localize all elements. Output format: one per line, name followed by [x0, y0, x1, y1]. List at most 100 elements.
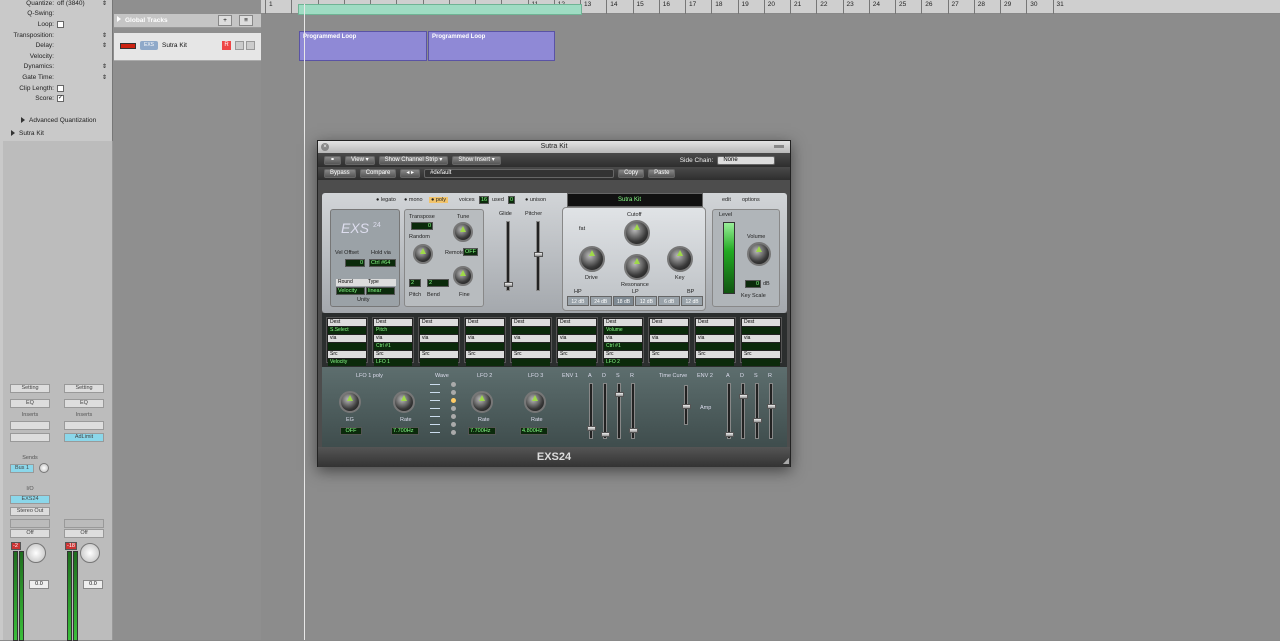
mod-slot-via[interactable]: via [604, 335, 642, 342]
mod-matrix-slot[interactable]: Dest Volume via Ctrl #1 Src LFO 2 [602, 317, 644, 366]
mod-slot-via[interactable]: via [742, 335, 780, 342]
midi-region[interactable]: Programmed Loop [428, 31, 555, 61]
mod-slot-via[interactable]: via [696, 335, 734, 342]
mod-slot-dest[interactable]: Dest [420, 319, 458, 326]
lfo-wave-option[interactable] [428, 413, 456, 420]
eq-button[interactable]: EQ [64, 399, 104, 408]
ruler-bar-number[interactable]: 22 [816, 0, 827, 14]
poly-radio[interactable]: ● poly [429, 197, 448, 203]
tune-knob[interactable] [453, 222, 473, 242]
type-select[interactable]: Type [366, 279, 396, 286]
mod-matrix-slot[interactable]: Dest via Src [510, 317, 552, 366]
env-r-slider[interactable] [767, 383, 776, 439]
preset-prev-next[interactable]: ◂ ▸ [400, 169, 421, 178]
advanced-quantization-disclosure[interactable]: Advanced Quantization [18, 115, 96, 126]
env-a-slider[interactable] [725, 383, 734, 439]
mod-slot-via[interactable]: via [420, 335, 458, 342]
ruler-bar-number[interactable]: 16 [658, 0, 670, 14]
ruler-bar-number[interactable]: 31 [1052, 0, 1064, 14]
collapse-icon[interactable] [774, 145, 784, 148]
ruler-bar-number[interactable]: 21 [790, 0, 801, 14]
volume-readout[interactable]: 0.0 [83, 580, 103, 589]
time-curve-slider[interactable] [682, 385, 691, 425]
mod-slot-src[interactable]: Src [374, 351, 412, 358]
midi-region[interactable]: Programmed Loop [299, 31, 427, 61]
mod-slot-via[interactable]: via [466, 335, 504, 342]
voices-value[interactable]: 16 [479, 196, 490, 204]
param-checkbox[interactable] [57, 20, 64, 28]
ruler-bar-number[interactable]: 19 [737, 0, 749, 14]
copy-button[interactable]: Copy [618, 169, 645, 178]
round-select[interactable]: Round [336, 279, 366, 286]
mod-matrix-slot[interactable]: Dest via Src [418, 317, 460, 366]
setting-button[interactable]: Setting [64, 384, 104, 393]
add-track-button[interactable]: + [218, 15, 232, 26]
pitcher-slider[interactable] [534, 221, 543, 291]
insert-adlimit[interactable]: AdLimit [64, 433, 104, 442]
vel-offset-value[interactable]: 0 [345, 259, 365, 267]
playhead[interactable] [304, 4, 305, 640]
type-linear[interactable]: linear [366, 287, 395, 295]
select-arrows-icon[interactable]: ⇕ [102, 32, 107, 39]
mod-slot-dest[interactable]: Dest [696, 319, 734, 326]
mod-slot-via[interactable]: via [512, 335, 550, 342]
lfo3-rate-value[interactable]: 4.800Hz [520, 427, 548, 435]
volume-readout[interactable]: 0.0 [29, 580, 49, 589]
select-arrows-icon[interactable]: ⇕ [102, 74, 107, 81]
ruler-bar-number[interactable]: 30 [1026, 0, 1037, 14]
transpose-value[interactable]: 0 [411, 222, 433, 230]
param-checkbox[interactable]: ✓ [57, 95, 64, 103]
mod-slot-dest[interactable]: Dest [466, 319, 504, 326]
mod-slot-via[interactable]: via [328, 335, 366, 342]
filter-mode-button[interactable]: 18 dB [612, 296, 635, 306]
glide-slider[interactable] [504, 221, 513, 291]
close-icon[interactable]: × [321, 143, 329, 151]
ruler-bar-number[interactable] [291, 0, 295, 14]
track-parameters-disclosure[interactable]: Sutra Kit [8, 128, 44, 139]
eq-button[interactable]: EQ [10, 399, 50, 408]
group-slot[interactable] [64, 519, 104, 528]
hold-via-value[interactable]: Ctrl #64 [369, 259, 396, 267]
filter-mode-button[interactable]: 6 dB [658, 296, 681, 306]
ruler-bar-number[interactable]: 28 [973, 0, 985, 14]
ruler-bar-number[interactable]: 23 [842, 0, 854, 14]
mod-slot-src[interactable]: Src [650, 351, 688, 358]
mod-slot-dest[interactable]: Dest [512, 319, 550, 326]
mod-slot-src[interactable]: Src [742, 351, 780, 358]
group-slot[interactable] [10, 519, 50, 528]
env-s-slider[interactable] [615, 383, 624, 439]
global-tracks-header[interactable]: Global Tracks + ≡ [114, 14, 261, 28]
show-insert-menu[interactable]: Show Insert ▾ [452, 155, 501, 165]
instrument-slot-exs24[interactable]: EXS24 [10, 495, 50, 504]
link-button[interactable]: ⚭ [324, 155, 342, 165]
mod-slot-dest[interactable]: Dest [328, 319, 366, 326]
lfo3-rate-knob[interactable] [524, 391, 546, 413]
slider-handle[interactable] [587, 426, 596, 431]
resonance-knob[interactable] [624, 254, 650, 280]
lfo1-rate-knob[interactable] [393, 391, 415, 413]
unison-check[interactable]: ● unison [525, 197, 546, 203]
ruler-bar-number[interactable]: 14 [606, 0, 617, 14]
mod-slot-dest[interactable]: Dest [374, 319, 412, 326]
volume-knob[interactable] [747, 242, 771, 266]
track-name[interactable]: Sutra Kit [162, 42, 187, 49]
compare-button[interactable]: Compare [359, 169, 397, 178]
ruler-bar-number[interactable]: 18 [711, 0, 722, 14]
mod-matrix-slot[interactable]: Dest via Src [740, 317, 782, 366]
track-options-button[interactable]: ≡ [239, 15, 253, 26]
automation-mode[interactable]: Off [64, 529, 104, 538]
lfo2-rate-knob[interactable] [471, 391, 493, 413]
mono-radio[interactable]: ● mono [404, 197, 423, 203]
mod-slot-src[interactable]: Src [604, 351, 642, 358]
param-value[interactable]: off (3840) [57, 0, 102, 7]
lfo-wave-option[interactable] [428, 405, 456, 412]
env-d-slider[interactable] [739, 383, 748, 439]
ruler-bar-number[interactable]: 15 [632, 0, 644, 14]
view-menu[interactable]: View ▾ [345, 155, 375, 165]
mod-slot-src[interactable]: Src [696, 351, 734, 358]
options-button[interactable]: options [742, 197, 760, 203]
mod-slot-via[interactable]: via [650, 335, 688, 342]
record-enable-button[interactable]: R [222, 41, 231, 50]
pitch-bend-down[interactable]: 2 [427, 279, 449, 287]
pan-knob[interactable] [26, 543, 46, 563]
